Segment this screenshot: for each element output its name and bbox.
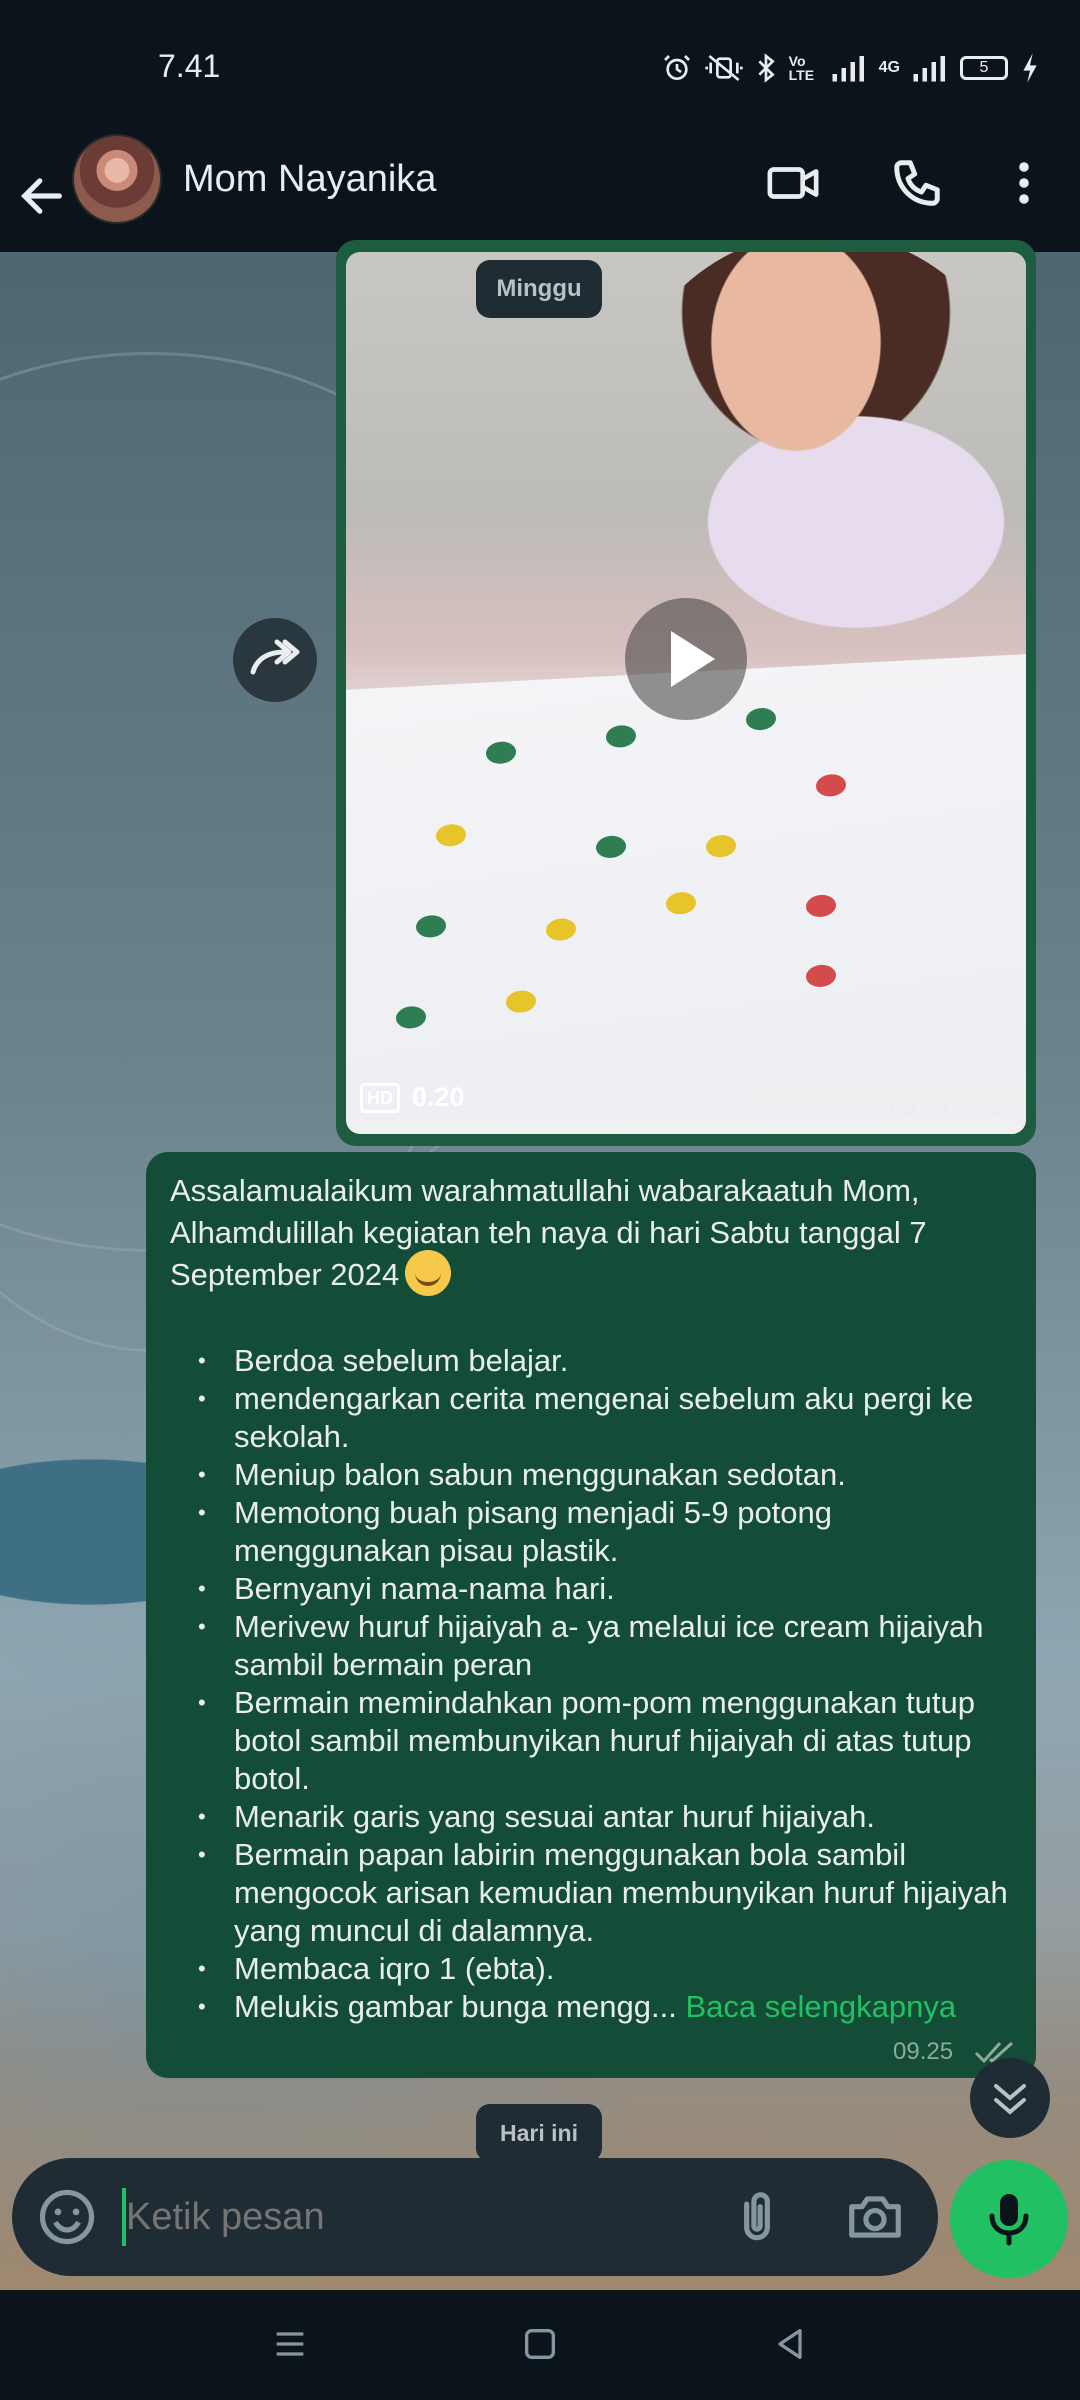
battery-icon: 5 (960, 56, 1008, 80)
list-item: Bermain papan labirin menggunakan bola s… (198, 1836, 1030, 1950)
forward-icon (250, 639, 300, 675)
read-more-link[interactable]: Baca selengkapnya (685, 1989, 956, 2024)
list-item: Bermain memindahkan pom-pom menggunakan … (198, 1684, 1030, 1798)
worksheet-dot (806, 964, 836, 988)
video-message-time: 09.24 (890, 1094, 951, 1121)
phone-icon[interactable] (890, 156, 944, 210)
worksheet-dot (596, 835, 626, 859)
status-bar: 7.41 Vo LTE 4G 5 (0, 0, 1080, 140)
worksheet-dot (816, 773, 846, 798)
worksheet-dot (746, 707, 776, 731)
video-duration: HD 0.20 (360, 1082, 465, 1113)
system-nav-bar (0, 2290, 1080, 2400)
worksheet-dot (396, 1005, 426, 1030)
worksheet-dot (506, 989, 536, 1014)
worksheet-dot (806, 894, 836, 918)
status-icons: Vo LTE 4G 5 (661, 50, 1040, 86)
worksheet-dot (546, 917, 576, 942)
worksheet-dot (486, 740, 516, 765)
text-message-time: 09.25 (893, 2038, 954, 2065)
list-item: Menarik garis yang sesuai antar huruf hi… (198, 1798, 1030, 1836)
scroll-to-bottom-button[interactable] (970, 2058, 1050, 2138)
text-message-bubble[interactable]: Assalamualaikum warahmatullahi wabarakaa… (146, 1152, 1036, 2078)
worksheet-dot (666, 891, 696, 916)
attach-icon[interactable] (726, 2186, 788, 2248)
signal-icon-2 (913, 56, 945, 82)
list-item: Berdoa sebelum belajar. (198, 1342, 1030, 1380)
bluetooth-icon (758, 53, 775, 83)
alarm-icon (663, 55, 690, 80)
back-arrow-icon[interactable] (16, 170, 68, 222)
read-ticks-icon (972, 1097, 1012, 1120)
list-item-text: Melukis gambar bunga mengg... (234, 1989, 677, 2024)
worksheet-dot (606, 724, 636, 749)
play-button[interactable] (625, 598, 747, 720)
back-nav-icon[interactable] (770, 2324, 810, 2364)
status-time: 7.41 (158, 48, 221, 84)
lte-label: Vo LTE (788, 53, 815, 83)
contact-avatar[interactable] (72, 134, 162, 224)
more-vert-icon[interactable] (1000, 156, 1048, 210)
list-item: Meniup balon sabun menggunakan sedotan. (198, 1456, 1030, 1494)
forward-button[interactable] (233, 618, 317, 702)
message-intro-text: Assalamualaikum warahmatullahi wabarakaa… (170, 1173, 927, 1293)
message-input[interactable] (122, 2188, 682, 2246)
list-item: Bernyanyi nama-nama hari. (198, 1570, 1030, 1608)
list-item: Merivew huruf hijaiyah a- ya melalui ice… (198, 1608, 1030, 1684)
message-intro: Assalamualaikum warahmatullahi wabarakaa… (170, 1170, 1010, 1300)
mic-icon (989, 2194, 1029, 2246)
worksheet-dot (416, 914, 446, 939)
list-item: Memotong buah pisang menjadi 5-9 potong … (198, 1494, 1030, 1570)
date-chip-today: Hari ini (476, 2104, 602, 2162)
contact-name[interactable]: Mom Nayanika (183, 158, 436, 201)
signal-icon (832, 56, 864, 82)
smiling-face-emoji (405, 1250, 452, 1296)
charging-icon (1023, 53, 1037, 83)
chevron-double-down-icon (994, 2084, 1026, 2115)
recent-apps-icon[interactable] (270, 2324, 310, 2364)
home-icon[interactable] (520, 2324, 560, 2364)
voice-record-button[interactable] (950, 2160, 1068, 2278)
emoji-icon[interactable] (36, 2186, 98, 2248)
network-label: 4G (878, 59, 900, 76)
list-item-last: Melukis gambar bunga mengg... Baca selen… (198, 1988, 1030, 2026)
hd-badge: HD (360, 1082, 400, 1113)
mute-vibrate-icon (704, 54, 743, 82)
thumbnail-worksheet (346, 654, 1026, 1110)
worksheet-dot (436, 823, 466, 848)
list-item: Membaca iqro 1 (ebta). (198, 1950, 1030, 1988)
date-chip: Minggu (476, 260, 602, 318)
activity-list: Berdoa sebelum belajar. mendengarkan cer… (170, 1342, 1030, 2026)
video-duration-text: 0.20 (412, 1082, 465, 1112)
video-call-icon[interactable] (766, 156, 820, 210)
camera-icon[interactable] (844, 2186, 906, 2248)
battery-level: 5 (979, 59, 989, 76)
list-item: mendengarkan cerita mengenai sebelum aku… (198, 1380, 1030, 1456)
worksheet-dot (706, 834, 736, 858)
thumbnail-child (616, 252, 1026, 652)
